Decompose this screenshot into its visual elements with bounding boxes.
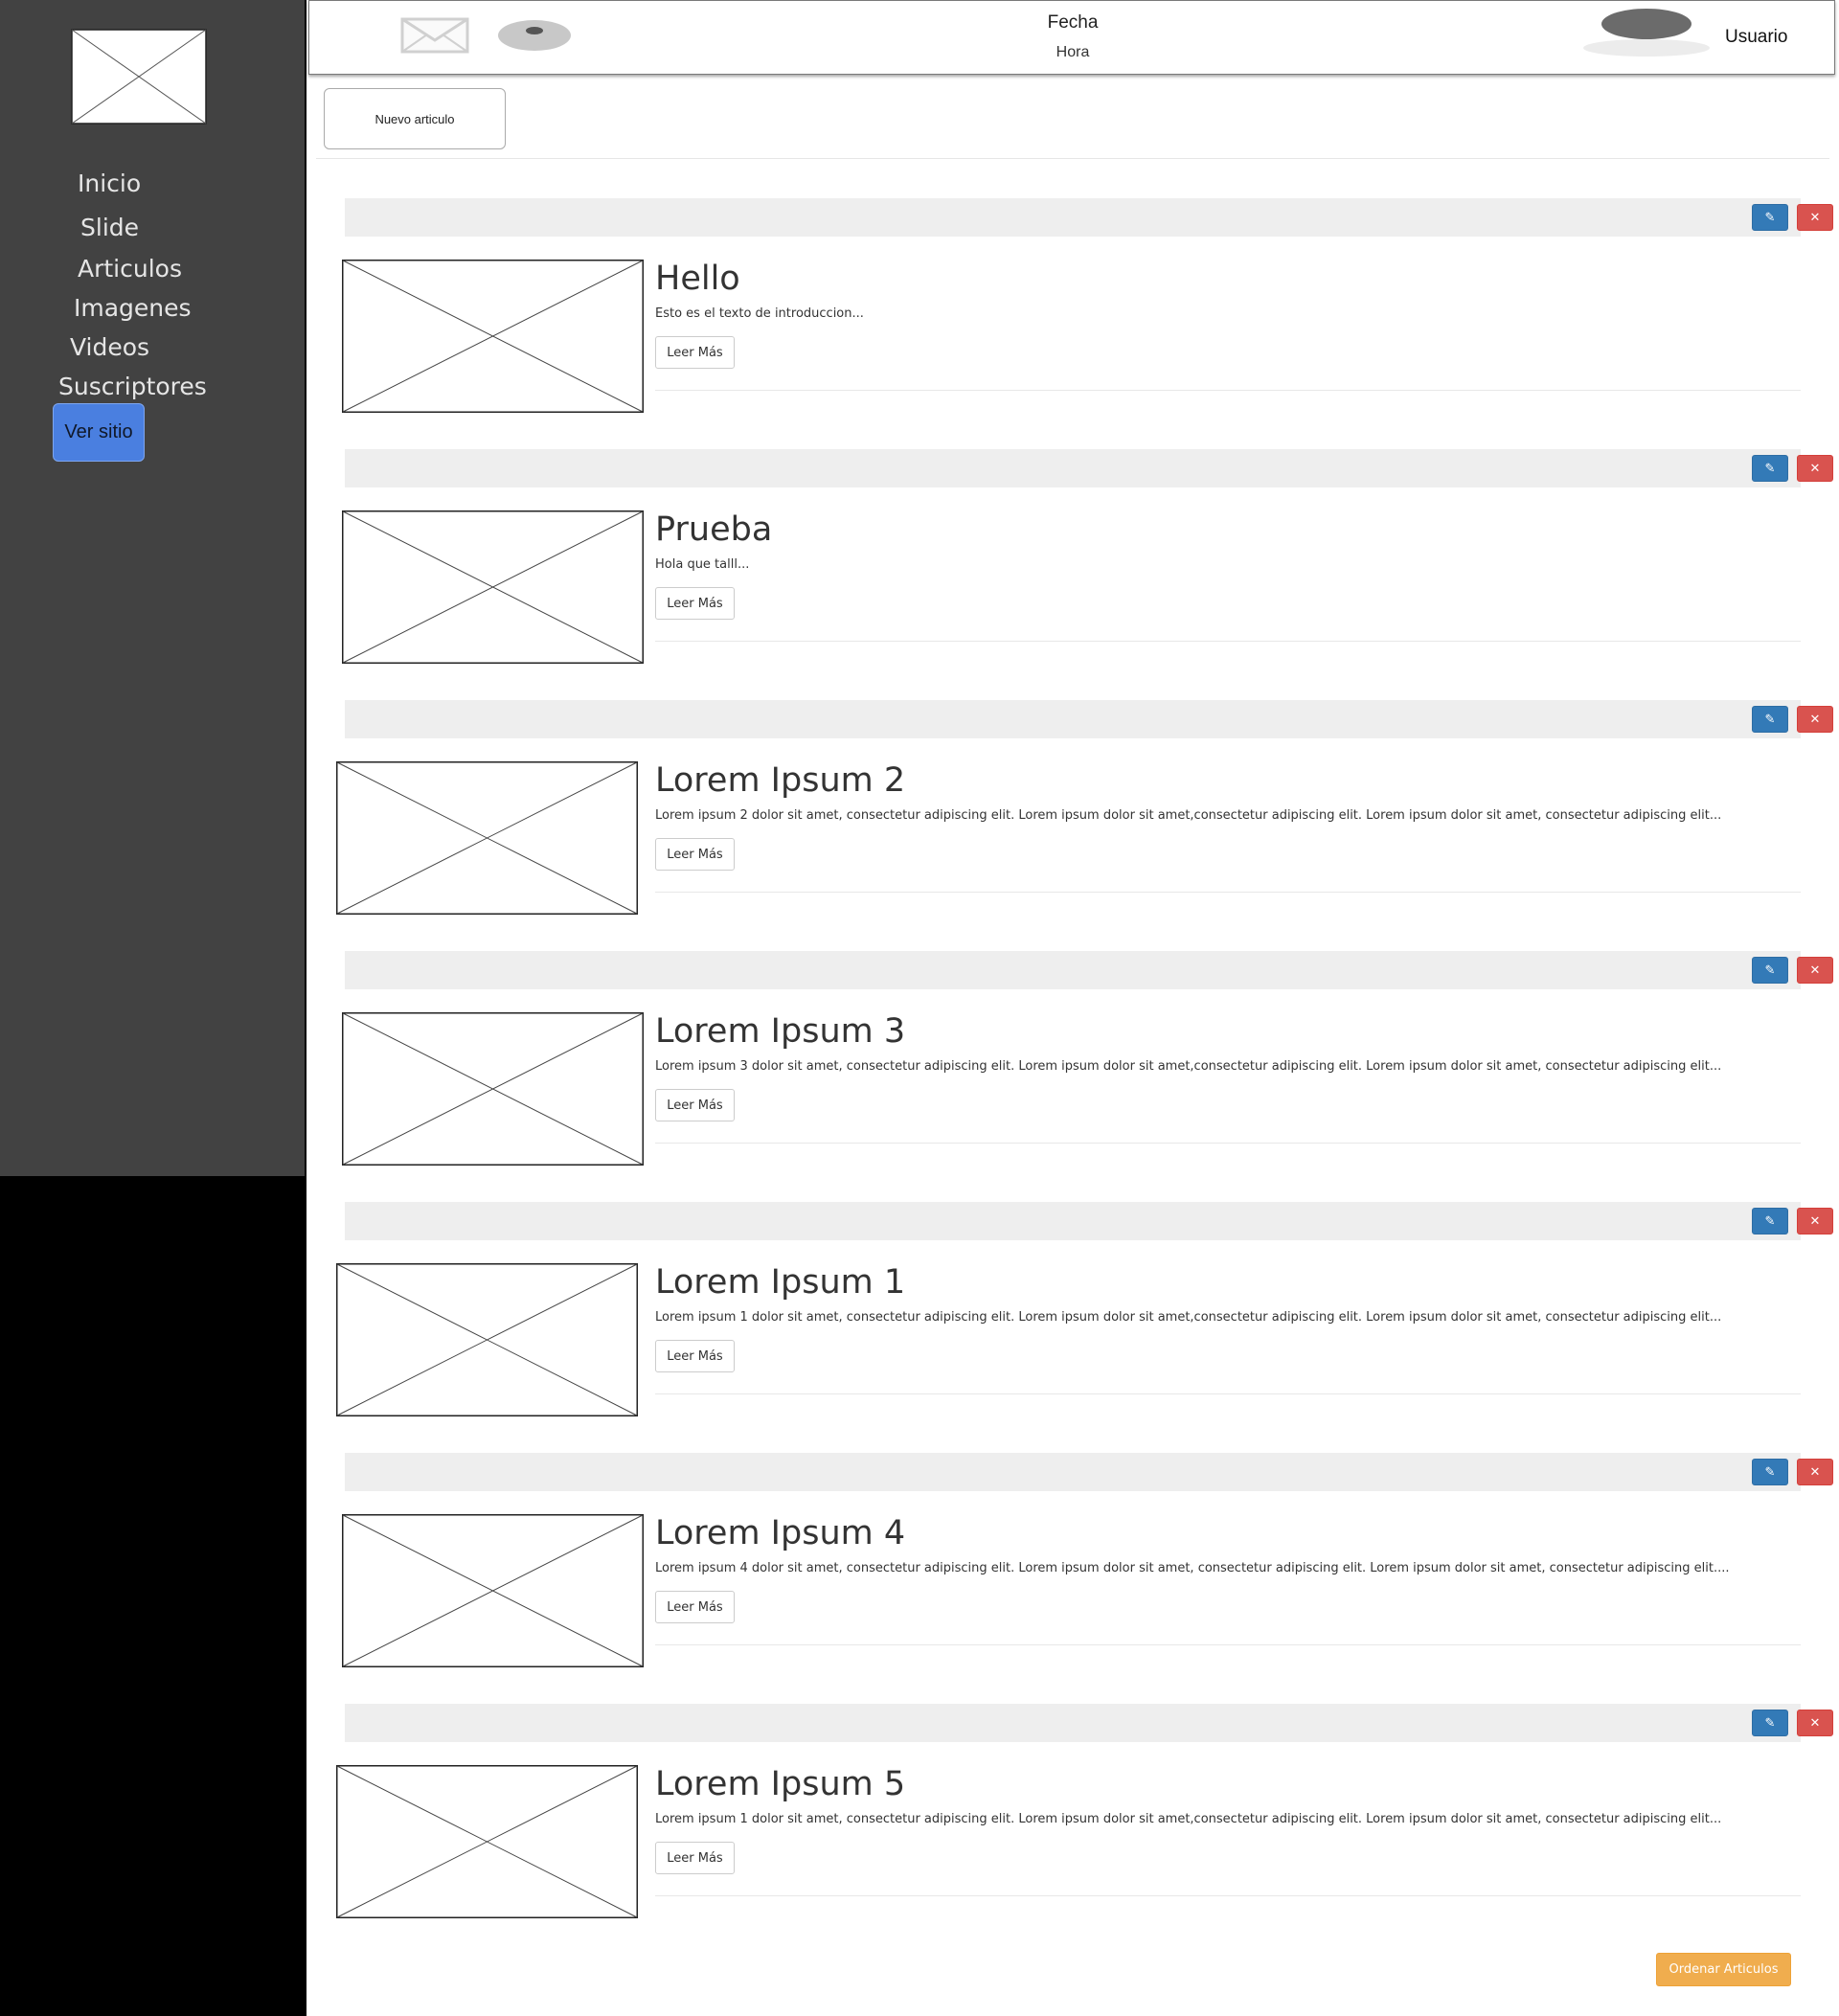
pencil-icon: ✎ xyxy=(1764,963,1776,978)
read-more-button[interactable]: Leer Más xyxy=(655,587,735,620)
article-item: ✎ ✕ Lorem Ipsum 1 Lorem ipsum 1 dolor si… xyxy=(306,1202,1839,1453)
article-intro: Lorem ipsum 3 dolor sit amet, consectetu… xyxy=(655,1059,1722,1074)
divider xyxy=(655,1644,1801,1645)
edit-article-button[interactable]: ✎ xyxy=(1752,1459,1788,1485)
edit-article-button[interactable]: ✎ xyxy=(1752,957,1788,984)
top-header-bar: Fecha Hora Usuario xyxy=(308,0,1835,75)
article-item: ✎ ✕ Prueba Hola que talll... Leer Más xyxy=(306,449,1839,700)
sidebar-item-inicio[interactable]: Inicio xyxy=(78,170,141,197)
pencil-icon: ✎ xyxy=(1764,1213,1776,1229)
article-thumbnail xyxy=(342,510,644,664)
close-icon: ✕ xyxy=(1809,1464,1821,1480)
article-action-bar: ✎ ✕ xyxy=(345,449,1833,487)
view-site-button[interactable]: Ver sitio xyxy=(53,403,145,462)
delete-article-button[interactable]: ✕ xyxy=(1797,1208,1833,1235)
divider xyxy=(655,1393,1801,1394)
divider xyxy=(316,158,1829,159)
avatar-icon[interactable] xyxy=(1583,7,1710,57)
close-icon: ✕ xyxy=(1809,963,1821,978)
article-title[interactable]: Lorem Ipsum 2 xyxy=(655,761,905,800)
article-intro: Esto es el texto de introduccion... xyxy=(655,306,864,321)
sidebar-item-slide[interactable]: Slide xyxy=(80,214,139,241)
article-intro: Lorem ipsum 1 dolor sit amet, consectetu… xyxy=(655,1812,1722,1826)
article-title[interactable]: Hello xyxy=(655,260,740,298)
article-intro: Lorem ipsum 2 dolor sit amet, consectetu… xyxy=(655,808,1722,823)
article-thumbnail xyxy=(342,1514,644,1667)
read-more-button[interactable]: Leer Más xyxy=(655,1340,735,1372)
order-articles-button[interactable]: Ordenar Articulos xyxy=(1656,1953,1791,1986)
sidebar-item-articulos[interactable]: Articulos xyxy=(78,255,182,283)
article-action-bar: ✎ ✕ xyxy=(345,1453,1833,1491)
sidebar-item-imagenes[interactable]: Imagenes xyxy=(74,294,192,322)
read-more-button[interactable]: Leer Más xyxy=(655,336,735,369)
article-thumbnail xyxy=(342,1012,644,1166)
pencil-icon: ✎ xyxy=(1764,712,1776,727)
article-action-bar: ✎ ✕ xyxy=(345,1202,1833,1240)
article-title[interactable]: Lorem Ipsum 1 xyxy=(655,1263,905,1302)
article-thumbnail xyxy=(336,761,638,915)
article-item: ✎ ✕ Lorem Ipsum 4 Lorem ipsum 4 dolor si… xyxy=(306,1453,1839,1704)
delete-article-button[interactable]: ✕ xyxy=(1797,1710,1833,1736)
article-intro: Lorem ipsum 4 dolor sit amet, consectetu… xyxy=(655,1561,1730,1575)
delete-article-button[interactable]: ✕ xyxy=(1797,706,1833,733)
delete-article-button[interactable]: ✕ xyxy=(1797,957,1833,984)
close-icon: ✕ xyxy=(1809,712,1821,727)
read-more-button[interactable]: Leer Más xyxy=(655,1089,735,1121)
article-item: ✎ ✕ Lorem Ipsum 3 Lorem ipsum 3 dolor si… xyxy=(306,951,1839,1202)
pencil-icon: ✎ xyxy=(1764,1464,1776,1480)
article-action-bar: ✎ ✕ xyxy=(345,198,1833,237)
sidebar: Inicio Slide Articulos Imagenes Videos S… xyxy=(0,0,305,1176)
close-icon: ✕ xyxy=(1809,1715,1821,1731)
pencil-icon: ✎ xyxy=(1764,461,1776,476)
edit-article-button[interactable]: ✎ xyxy=(1752,455,1788,482)
edit-article-button[interactable]: ✎ xyxy=(1752,1710,1788,1736)
delete-article-button[interactable]: ✕ xyxy=(1797,204,1833,231)
close-icon: ✕ xyxy=(1809,210,1821,225)
divider xyxy=(655,641,1801,642)
main-content: Fecha Hora Usuario Nuevo articulo ✎ ✕ He… xyxy=(306,0,1839,2016)
sidebar-item-videos[interactable]: Videos xyxy=(70,333,149,361)
article-item: ✎ ✕ Lorem Ipsum 5 Lorem ipsum 1 dolor si… xyxy=(306,1704,1839,1955)
read-more-button[interactable]: Leer Más xyxy=(655,838,735,871)
article-item: ✎ ✕ Hello Esto es el texto de introducci… xyxy=(306,198,1839,449)
close-icon: ✕ xyxy=(1809,1213,1821,1229)
divider xyxy=(655,390,1801,391)
article-action-bar: ✎ ✕ xyxy=(345,951,1833,989)
pencil-icon: ✎ xyxy=(1764,1715,1776,1731)
article-thumbnail xyxy=(336,1263,638,1416)
article-action-bar: ✎ ✕ xyxy=(345,1704,1833,1742)
article-intro: Lorem ipsum 1 dolor sit amet, consectetu… xyxy=(655,1310,1722,1325)
pencil-icon: ✎ xyxy=(1764,210,1776,225)
edit-article-button[interactable]: ✎ xyxy=(1752,706,1788,733)
article-action-bar: ✎ ✕ xyxy=(345,700,1833,738)
edit-article-button[interactable]: ✎ xyxy=(1752,204,1788,231)
article-title[interactable]: Lorem Ipsum 5 xyxy=(655,1765,905,1803)
article-title[interactable]: Lorem Ipsum 4 xyxy=(655,1514,905,1552)
delete-article-button[interactable]: ✕ xyxy=(1797,1459,1833,1485)
new-article-button[interactable]: Nuevo articulo xyxy=(324,88,506,149)
divider xyxy=(655,1143,1801,1144)
divider xyxy=(655,892,1801,893)
read-more-button[interactable]: Leer Más xyxy=(655,1842,735,1874)
divider xyxy=(655,1895,1801,1896)
article-title[interactable]: Lorem Ipsum 3 xyxy=(655,1012,905,1051)
article-intro: Hola que talll... xyxy=(655,557,750,572)
delete-article-button[interactable]: ✕ xyxy=(1797,455,1833,482)
logo-placeholder-image xyxy=(71,29,207,125)
sidebar-item-suscriptores[interactable]: Suscriptores xyxy=(58,373,207,400)
article-thumbnail xyxy=(336,1765,638,1918)
article-title[interactable]: Prueba xyxy=(655,510,772,549)
read-more-button[interactable]: Leer Más xyxy=(655,1591,735,1623)
user-name-label[interactable]: Usuario xyxy=(1725,27,1787,48)
close-icon: ✕ xyxy=(1809,461,1821,476)
article-item: ✎ ✕ Lorem Ipsum 2 Lorem ipsum 2 dolor si… xyxy=(306,700,1839,951)
edit-article-button[interactable]: ✎ xyxy=(1752,1208,1788,1235)
article-thumbnail xyxy=(342,260,644,413)
